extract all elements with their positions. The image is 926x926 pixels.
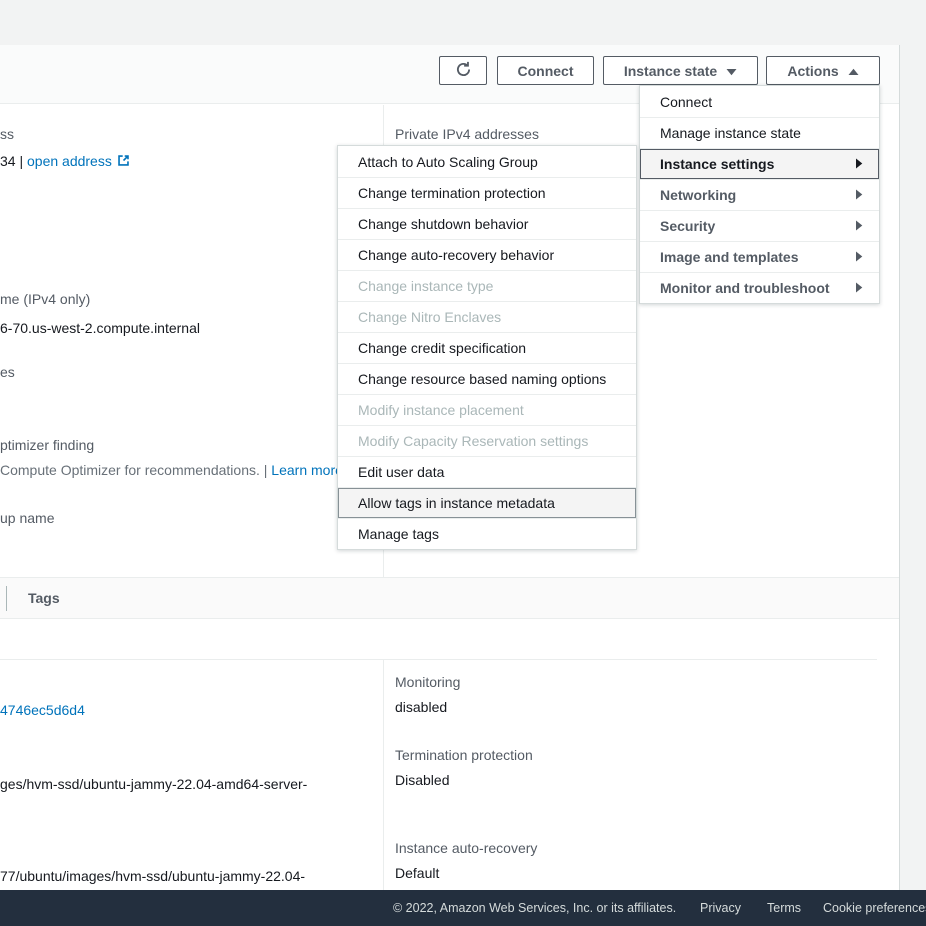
submenu-item-change-resource-based-naming-options[interactable]: Change resource based naming options — [338, 363, 636, 394]
chevron-up-icon — [848, 63, 859, 79]
monitoring-label: Monitoring — [395, 673, 460, 691]
footer-copyright: © 2022, Amazon Web Services, Inc. or its… — [393, 901, 676, 915]
chevron-down-icon — [726, 63, 737, 79]
page-right-gutter — [899, 45, 926, 890]
group-name-label: up name — [0, 509, 54, 527]
submenu-item-allow-tags-in-instance-metadata[interactable]: Allow tags in instance metadata — [338, 487, 636, 518]
optimizer-text: Compute Optimizer for recommendations. | — [0, 462, 271, 478]
refresh-button[interactable] — [439, 56, 487, 85]
submenu-item-edit-user-data[interactable]: Edit user data — [338, 456, 636, 487]
tab-tags[interactable]: Tags — [28, 590, 60, 606]
submenu-item-change-instance-type: Change instance type — [338, 270, 636, 301]
menu-item-instance-settings[interactable]: Instance settings — [640, 148, 879, 179]
footer-terms-link[interactable]: Terms — [767, 901, 801, 915]
submenu-arrow-icon — [855, 156, 863, 172]
instance-state-button[interactable]: Instance state — [603, 56, 758, 85]
submenu-arrow-icon — [855, 280, 863, 296]
menu-item-label: Change instance type — [358, 278, 493, 294]
menu-item-label: Manage tags — [358, 526, 439, 542]
menu-item-manage-instance-state[interactable]: Manage instance state — [640, 117, 879, 148]
learn-more-link[interactable]: Learn more — [271, 462, 343, 478]
page-top-strip — [0, 0, 926, 45]
public-ipv4-address-label: ss — [0, 125, 14, 143]
menu-item-label: Change shutdown behavior — [358, 216, 528, 232]
menu-item-image-and-templates[interactable]: Image and templates — [640, 241, 879, 272]
refresh-icon — [455, 61, 472, 81]
details-bottom-column-divider — [383, 660, 384, 890]
ami-location-value: 77/ubuntu/images/hvm-ssd/ubuntu-jammy-22… — [0, 867, 305, 885]
menu-item-label: Edit user data — [358, 464, 444, 480]
menu-item-label: Security — [660, 218, 715, 234]
connect-button[interactable]: Connect — [497, 56, 594, 85]
connect-button-label: Connect — [518, 63, 574, 79]
submenu-arrow-icon — [855, 187, 863, 203]
submenu-item-change-termination-protection[interactable]: Change termination protection — [338, 177, 636, 208]
menu-item-label: Change resource based naming options — [358, 371, 606, 387]
submenu-item-manage-tags[interactable]: Manage tags — [338, 518, 636, 549]
private-ip-dns-name-value: 6-70.us-west-2.compute.internal — [0, 319, 200, 337]
submenu-item-change-auto-recovery-behavior[interactable]: Change auto-recovery behavior — [338, 239, 636, 270]
instance-settings-submenu: Attach to Auto Scaling Group Change term… — [337, 145, 637, 550]
submenu-item-attach-to-auto-scaling-group[interactable]: Attach to Auto Scaling Group — [338, 146, 636, 177]
actions-menu: Connect Manage instance state Instance s… — [639, 85, 880, 304]
actions-button[interactable]: Actions — [766, 56, 880, 85]
footer-privacy-link[interactable]: Privacy — [700, 901, 741, 915]
external-link-icon — [117, 153, 130, 171]
private-ipv4-addresses-label: Private IPv4 addresses — [395, 125, 539, 143]
ami-id-link[interactable]: 4746ec5d6d4 — [0, 701, 85, 719]
submenu-arrow-icon — [855, 249, 863, 265]
tab-separator — [6, 586, 7, 611]
instance-state-button-label: Instance state — [624, 63, 717, 79]
console-footer: © 2022, Amazon Web Services, Inc. or its… — [0, 890, 926, 926]
ami-name-value: ges/hvm-ssd/ubuntu-jammy-22.04-amd64-ser… — [0, 775, 307, 793]
menu-item-connect[interactable]: Connect — [640, 86, 879, 117]
public-ipv4-address-value: 34 | open address — [0, 152, 130, 171]
menu-item-label: Change auto-recovery behavior — [358, 247, 554, 263]
submenu-item-change-credit-specification[interactable]: Change credit specification — [338, 332, 636, 363]
instance-auto-recovery-label: Instance auto-recovery — [395, 839, 537, 857]
menu-item-label: Modify Capacity Reservation settings — [358, 433, 588, 449]
menu-item-label: Change termination protection — [358, 185, 546, 201]
tab-bar — [0, 577, 899, 619]
open-address-link[interactable]: open address — [27, 153, 112, 169]
submenu-item-modify-capacity-reservation-settings: Modify Capacity Reservation settings — [338, 425, 636, 456]
menu-item-monitor-and-troubleshoot[interactable]: Monitor and troubleshoot — [640, 272, 879, 303]
private-ip-dns-name-label: me (IPv4 only) — [0, 290, 90, 308]
submenu-item-change-shutdown-behavior[interactable]: Change shutdown behavior — [338, 208, 636, 239]
menu-item-label: Instance settings — [660, 156, 774, 172]
termination-protection-value: Disabled — [395, 771, 449, 789]
compute-optimizer-finding-value: Compute Optimizer for recommendations. |… — [0, 461, 343, 479]
menu-item-networking[interactable]: Networking — [640, 179, 879, 210]
menu-item-label: Networking — [660, 187, 736, 203]
menu-item-label: Monitor and troubleshoot — [660, 280, 830, 296]
menu-item-label: Attach to Auto Scaling Group — [358, 154, 538, 170]
actions-button-label: Actions — [787, 63, 838, 79]
menu-item-label: Image and templates — [660, 249, 799, 265]
menu-item-security[interactable]: Security — [640, 210, 879, 241]
ipv6-addresses-label: es — [0, 363, 15, 381]
menu-item-label: Connect — [660, 94, 712, 110]
termination-protection-label: Termination protection — [395, 746, 533, 764]
menu-item-label: Allow tags in instance metadata — [358, 495, 555, 511]
menu-item-label: Change credit specification — [358, 340, 526, 356]
instance-auto-recovery-value: Default — [395, 864, 439, 882]
ip-fragment: 34 | — [0, 153, 27, 169]
menu-item-label: Modify instance placement — [358, 402, 524, 418]
menu-item-label: Change Nitro Enclaves — [358, 309, 501, 325]
monitoring-value: disabled — [395, 698, 447, 716]
footer-cookie-preferences-link[interactable]: Cookie preferences — [823, 901, 926, 915]
compute-optimizer-finding-label: ptimizer finding — [0, 436, 94, 454]
submenu-item-modify-instance-placement: Modify instance placement — [338, 394, 636, 425]
menu-item-label: Manage instance state — [660, 125, 801, 141]
submenu-arrow-icon — [855, 218, 863, 234]
details-section-top-border — [0, 659, 877, 660]
submenu-item-change-nitro-enclaves: Change Nitro Enclaves — [338, 301, 636, 332]
